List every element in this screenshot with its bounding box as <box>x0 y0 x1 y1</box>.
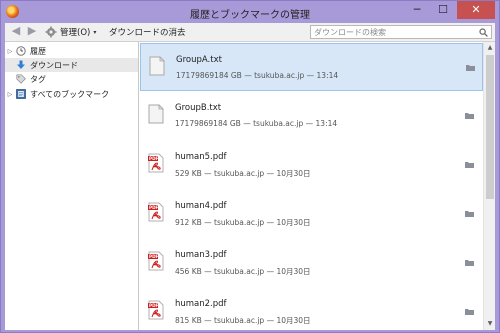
chevron-down-icon: ▾ <box>93 28 97 36</box>
download-details: 529 KB — tsukuba.ac.jp — 10月30日 <box>175 169 311 178</box>
vertical-scrollbar[interactable]: ▲ ▼ <box>483 42 495 330</box>
download-filename: human4.pdf <box>175 201 227 211</box>
open-folder-icon[interactable] <box>465 210 474 217</box>
search-box[interactable] <box>310 25 492 39</box>
download-details: 17179869184 GB — tsukuba.ac.jp — 13:14 <box>175 119 338 128</box>
sidebar-item-label: ダウンロード <box>30 60 78 70</box>
sidebar: ▷ 履歴 ダウンロード タグ ▷ すべてのブックマーク <box>5 42 139 330</box>
manage-menu-button[interactable]: 管理(O) ▾ <box>45 25 96 39</box>
open-folder-icon[interactable] <box>466 64 475 71</box>
download-details: 815 KB — tsukuba.ac.jp — 10月30日 <box>175 316 311 325</box>
download-details: 17179869184 GB — tsukuba.ac.jp — 13:14 <box>176 71 339 80</box>
text-file-icon <box>149 56 165 76</box>
download-item[interactable]: GroupB.txt 17179869184 GB — tsukuba.ac.j… <box>140 92 483 140</box>
pdf-badge-text: PDF <box>149 303 159 308</box>
scroll-thumb[interactable] <box>486 55 494 199</box>
expand-twisty-icon[interactable]: ▷ <box>6 91 14 98</box>
download-filename: human2.pdf <box>175 299 227 309</box>
library-content: ▷ 履歴 ダウンロード タグ ▷ すべてのブックマーク GroupA.txt 1… <box>5 41 495 330</box>
search-input[interactable] <box>311 26 476 38</box>
manage-label: 管理(O) <box>60 28 91 38</box>
sidebar-item-label: 履歴 <box>30 46 46 56</box>
download-details: 912 KB — tsukuba.ac.jp — 10月30日 <box>175 218 311 227</box>
search-icon[interactable] <box>479 28 488 37</box>
clear-downloads-button[interactable]: ダウンロードの消去 <box>109 26 186 38</box>
download-filename: human3.pdf <box>175 250 227 260</box>
download-filename: GroupB.txt <box>175 103 222 113</box>
sidebar-item-label: すべてのブックマーク <box>30 89 110 99</box>
downloads-list[interactable]: GroupA.txt 17179869184 GB — tsukuba.ac.j… <box>140 42 483 330</box>
expand-twisty-icon[interactable]: ▷ <box>6 48 14 55</box>
bookmarks-folder-icon <box>16 89 26 99</box>
clock-icon <box>16 46 26 56</box>
sidebar-item-history[interactable]: ▷ 履歴 <box>5 44 138 58</box>
download-item[interactable]: PDF human5.pdf 529 KB — tsukuba.ac.jp — … <box>140 141 483 189</box>
pdf-file-icon: PDF <box>148 202 164 222</box>
open-folder-icon[interactable] <box>465 161 474 168</box>
download-filename: GroupA.txt <box>176 55 222 65</box>
pdf-file-icon: PDF <box>148 251 164 271</box>
forward-button[interactable]: ▶ <box>25 24 39 38</box>
pdf-file-icon: PDF <box>148 153 164 173</box>
download-item[interactable]: PDF human3.pdf 456 KB — tsukuba.ac.jp — … <box>140 239 483 287</box>
toolbar: ◀ ▶ 管理(O) ▾ ダウンロードの消去 <box>5 23 495 41</box>
tag-icon <box>16 74 26 84</box>
download-item[interactable]: PDF human4.pdf 912 KB — tsukuba.ac.jp — … <box>140 190 483 238</box>
open-folder-icon[interactable] <box>465 308 474 315</box>
open-folder-icon[interactable] <box>465 112 474 119</box>
pdf-badge-text: PDF <box>149 205 159 210</box>
open-folder-icon[interactable] <box>465 259 474 266</box>
scroll-up-arrow-icon[interactable]: ▲ <box>484 42 496 54</box>
maximize-button[interactable]: ☐ <box>431 1 455 19</box>
download-details: 456 KB — tsukuba.ac.jp — 10月30日 <box>175 267 311 276</box>
minimize-button[interactable]: ─ <box>405 1 429 19</box>
download-item[interactable]: PDF human2.pdf 815 KB — tsukuba.ac.jp — … <box>140 288 483 330</box>
sidebar-item-label: タグ <box>30 74 46 84</box>
download-arrow-icon <box>17 60 25 69</box>
text-file-icon <box>148 104 164 124</box>
pdf-badge-text: PDF <box>149 254 159 259</box>
library-window: 履歴とブックマークの管理 ─ ☐ ✕ ◀ ▶ 管理(O) ▾ ダウンロードの消去 <box>0 0 500 333</box>
download-item[interactable]: GroupA.txt 17179869184 GB — tsukuba.ac.j… <box>140 43 483 91</box>
scroll-down-arrow-icon[interactable]: ▼ <box>484 318 496 330</box>
organize-gear-icon <box>45 26 57 38</box>
pdf-file-icon: PDF <box>148 300 164 320</box>
sidebar-item-downloads[interactable]: ダウンロード <box>5 58 138 72</box>
close-button[interactable]: ✕ <box>457 1 495 19</box>
sidebar-item-all-bookmarks[interactable]: ▷ すべてのブックマーク <box>5 87 138 101</box>
title-bar[interactable]: 履歴とブックマークの管理 ─ ☐ ✕ <box>1 1 499 23</box>
sidebar-item-tags[interactable]: タグ <box>5 72 138 86</box>
download-filename: human5.pdf <box>175 152 227 162</box>
pdf-badge-text: PDF <box>149 156 159 161</box>
back-button[interactable]: ◀ <box>9 24 23 38</box>
